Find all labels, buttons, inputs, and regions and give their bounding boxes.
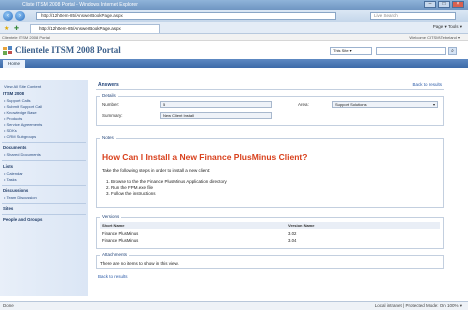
main-content: Answers Back to results Details Number: … xyxy=(92,80,448,294)
attachments-legend: Attachments xyxy=(100,252,130,257)
versions-legend: Versions xyxy=(100,214,122,219)
site-logo-icon xyxy=(3,46,12,55)
ql-item[interactable]: • Support Calls xyxy=(4,98,31,103)
quick-launch: View All Site Content ITSM 2008 • Suppor… xyxy=(0,80,88,296)
page-heading: Answers xyxy=(98,82,119,88)
search-go-icon[interactable]: ⌕ xyxy=(448,47,457,55)
tab-home[interactable]: Home xyxy=(3,60,25,68)
divider xyxy=(2,203,86,204)
close-button[interactable]: × xyxy=(452,1,464,8)
top-navigation xyxy=(0,59,468,68)
search-scope-select[interactable]: This Site ▾ xyxy=(330,47,372,55)
divider xyxy=(2,142,86,143)
intro-text: Take the following steps in order to ins… xyxy=(102,168,211,173)
ql-item[interactable]: • Knowledge Base xyxy=(4,110,37,115)
attachments-empty-text: There are no items to show in this view. xyxy=(100,261,179,266)
divider xyxy=(2,160,86,161)
status-bar: Done Local intranet | Protected Mode: On… xyxy=(0,301,468,310)
area-value: Support Solutions xyxy=(335,102,367,107)
back-to-results-link-bottom[interactable]: Back to results xyxy=(98,274,128,279)
window-controls: – □ × xyxy=(424,1,464,8)
table-cell: 3.04 xyxy=(288,238,297,243)
view-all-content-link[interactable]: View All Site Content xyxy=(4,84,41,89)
ql-item[interactable]: • CRM Subgroups xyxy=(4,134,36,139)
live-search-input[interactable]: Live Search xyxy=(370,12,456,20)
window-titlebar: Cliste ITSM 2008 Portal - Windows Intern… xyxy=(0,0,468,10)
number-field: 5 xyxy=(160,101,272,108)
step-1: 1. Browse to the the Finance PlusMinus A… xyxy=(106,179,227,184)
favorites-star-icon[interactable]: ★ xyxy=(4,25,9,32)
forward-icon[interactable]: › xyxy=(15,11,25,21)
back-to-results-link[interactable]: Back to results xyxy=(412,82,442,87)
ql-item[interactable]: • Service Agreements xyxy=(4,122,42,127)
divider xyxy=(2,214,86,215)
ql-item[interactable]: • Products xyxy=(4,116,22,121)
welcome-menu[interactable]: Welcome CITSM\Tebeland ▾ xyxy=(409,35,460,40)
step-2: 2. Run the FPM.exe file xyxy=(106,185,154,190)
question-title: How Can I Install a New Finance PlusMinu… xyxy=(102,152,308,162)
browser-tab[interactable]: http://12h0em-85/AnswerBookPage.aspx xyxy=(30,24,160,33)
ql-item[interactable]: • Tasks xyxy=(4,177,17,182)
ql-item[interactable]: • SDKs xyxy=(4,128,17,133)
site-search-input[interactable] xyxy=(376,47,446,55)
number-label: Number: xyxy=(102,102,120,107)
ql-item[interactable]: • Calendar xyxy=(4,171,23,176)
ql-item[interactable]: • Team Discussion xyxy=(4,195,37,200)
area-label: Area: xyxy=(298,102,309,107)
maximize-button[interactable]: □ xyxy=(438,1,450,8)
site-breadcrumb[interactable]: Clientele ITSM 2008 Portal xyxy=(2,35,50,40)
area-field: Support Solutions ▾ xyxy=(332,101,438,108)
ql-heading-people[interactable]: People and Groups xyxy=(3,217,42,222)
col-version-name[interactable]: Version Name xyxy=(288,223,314,228)
summary-label: Summary: xyxy=(102,113,123,118)
zone-and-zoom[interactable]: Local intranet | Protected Mode: On 100%… xyxy=(375,303,462,309)
notes-section xyxy=(96,138,444,208)
command-bar[interactable]: Page ▾ Tools ▾ xyxy=(433,24,462,30)
col-short-name[interactable]: Short Name xyxy=(102,223,124,228)
back-icon[interactable]: ‹ xyxy=(3,11,13,21)
ql-heading-discussions[interactable]: Discussions xyxy=(3,188,28,193)
ql-item[interactable]: • Submit Support Call xyxy=(4,104,42,109)
minimize-button[interactable]: – xyxy=(424,1,436,8)
url-input[interactable]: http://12h0em-85/AnswerBookPage.aspx xyxy=(36,12,336,20)
ql-heading-lists[interactable]: Lists xyxy=(3,164,13,169)
add-favorite-icon[interactable]: ✚ xyxy=(14,25,19,32)
sp-top-bar: Clientele ITSM 2008 Portal Welcome CITSM… xyxy=(0,34,468,41)
site-title[interactable]: Clientele ITSM 2008 Portal xyxy=(15,45,121,55)
ql-heading-itsm[interactable]: ITSM 2008 xyxy=(3,91,24,96)
divider xyxy=(96,89,444,90)
ql-heading-sites[interactable]: Sites xyxy=(3,206,13,211)
versions-header-row xyxy=(100,222,440,229)
summary-field: New Client Install xyxy=(160,112,272,119)
table-cell: Finance PlusMinus xyxy=(102,231,139,236)
step-3: 3. Follow the instructions xyxy=(106,191,156,196)
status-text: Done xyxy=(3,303,14,308)
table-cell: Finance PlusMinus xyxy=(102,238,139,243)
ql-item[interactable]: • Shared Documents xyxy=(4,152,41,157)
address-bar: ‹ › http://12h0em-85/AnswerBookPage.aspx… xyxy=(0,10,468,22)
window-title: Cliste ITSM 2008 Portal - Windows Intern… xyxy=(22,2,138,8)
table-cell: 3.02 xyxy=(288,231,297,236)
divider xyxy=(2,185,86,186)
chevron-down-icon: ▾ xyxy=(432,102,435,107)
details-legend: Details xyxy=(100,93,118,98)
notes-legend: Notes xyxy=(100,135,116,140)
ql-heading-documents[interactable]: Documents xyxy=(3,145,26,150)
